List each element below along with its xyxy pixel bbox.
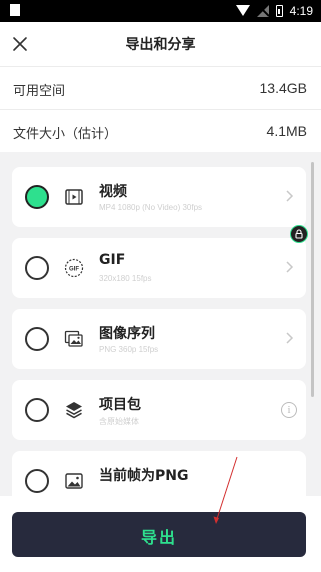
status-icons: 4:19 <box>235 3 313 19</box>
page-title: 导出和分享 <box>125 37 196 53</box>
available-space-row: 可用空间 13.4GB <box>0 66 321 110</box>
radio-image-sequence[interactable] <box>25 327 49 351</box>
gif-icon: GIF <box>64 258 84 278</box>
available-space-value: 13.4GB <box>259 80 307 96</box>
chevron-right-icon <box>286 190 294 202</box>
option-title: 视频 <box>99 184 127 200</box>
status-bar: 4:19 <box>0 0 321 22</box>
option-image-sequence[interactable]: 图像序列 PNG 360p 15fps <box>12 309 306 369</box>
lock-icon <box>295 229 303 239</box>
bottom-bar: 导出 <box>0 496 321 572</box>
export-button[interactable]: 导出 <box>12 512 306 557</box>
lock-badge <box>290 225 308 243</box>
option-subtitle: 320x180 15fps <box>99 274 152 283</box>
status-time: 4:19 <box>289 4 313 18</box>
notification-icon <box>10 4 20 16</box>
option-title: GIF <box>99 252 126 268</box>
no-signal-icon <box>256 5 269 17</box>
option-subtitle: PNG 360p 15fps <box>99 345 159 354</box>
radio-current-frame-png[interactable] <box>25 469 49 493</box>
battery-icon <box>275 5 283 17</box>
radio-video[interactable] <box>25 185 49 209</box>
file-size-label: 文件大小（估计） <box>13 127 118 142</box>
option-project-package[interactable]: 项目包 含原始媒体 i <box>12 380 306 440</box>
chevron-right-icon <box>286 332 294 344</box>
export-share-screen: 4:19 导出和分享 可用空间 13.4GB 文件大小（估计） 4.1MB 视频 <box>0 0 321 572</box>
image-icon <box>65 473 83 489</box>
option-title: 当前帧为PNG <box>99 468 189 484</box>
option-subtitle: MP4 1080p (No Video) 30fps <box>99 203 203 212</box>
file-size-value: 4.1MB <box>266 123 307 139</box>
image-sequence-icon <box>64 330 83 347</box>
export-options-list[interactable]: 视频 MP4 1080p (No Video) 30fps GIF GIF 32… <box>0 152 321 496</box>
option-subtitle: 含原始媒体 <box>99 417 139 426</box>
option-gif[interactable]: GIF GIF 320x180 15fps <box>12 238 306 298</box>
video-icon <box>65 189 83 205</box>
wifi-icon <box>235 5 250 17</box>
option-current-frame-png[interactable]: 当前帧为PNG <box>12 451 306 496</box>
available-space-label: 可用空间 <box>13 84 66 99</box>
chevron-right-icon <box>286 261 294 273</box>
option-title: 图像序列 <box>99 326 155 342</box>
info-icon[interactable]: i <box>281 402 297 418</box>
radio-gif[interactable] <box>25 256 49 280</box>
scrollbar[interactable] <box>311 162 314 397</box>
radio-project-package[interactable] <box>25 398 49 422</box>
gif-icon-text: GIF <box>69 267 79 273</box>
option-video[interactable]: 视频 MP4 1080p (No Video) 30fps <box>12 167 306 227</box>
layers-icon <box>66 402 82 419</box>
header: 导出和分享 <box>0 22 321 66</box>
file-size-row: 文件大小（估计） 4.1MB <box>0 109 321 153</box>
option-title: 项目包 <box>99 397 141 413</box>
export-button-label: 导出 <box>140 528 177 547</box>
